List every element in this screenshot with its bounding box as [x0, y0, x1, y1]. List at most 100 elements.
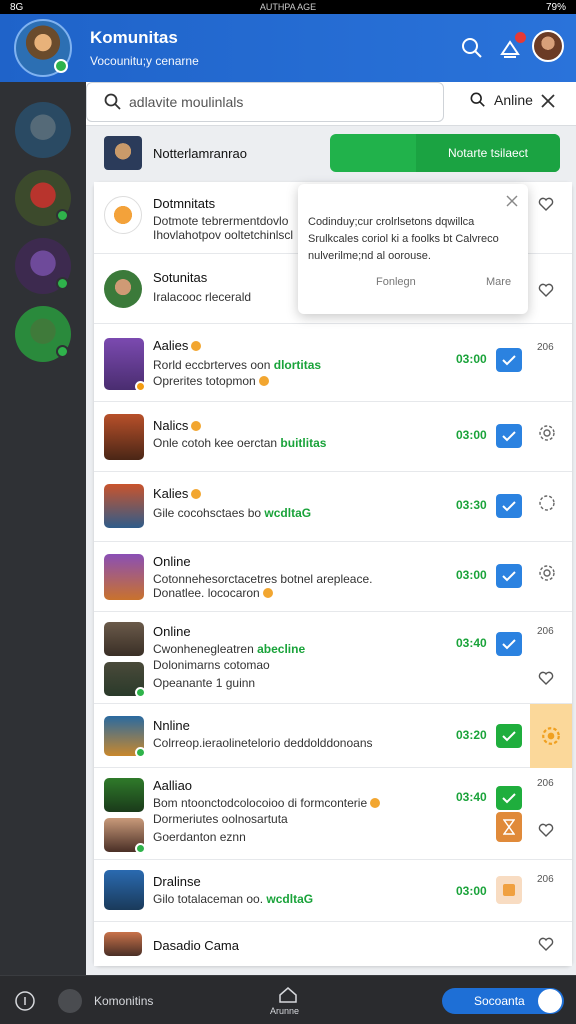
gear-icon[interactable] [538, 494, 556, 517]
hourglass-icon[interactable] [496, 812, 522, 842]
home-label[interactable]: Arunne [270, 1006, 299, 1016]
status-bar: 8G AUTHPA AGE 79% [0, 0, 576, 14]
item-side-count: 206 [537, 342, 554, 353]
list-item[interactable]: Nnline Colrreop.ieraolinetelorio deddold… [94, 704, 572, 768]
item-message: Colrreop.ieraolinetelorio deddolddonoans [153, 736, 373, 750]
online-dot [135, 687, 146, 698]
heart-icon[interactable] [538, 936, 554, 957]
check-button[interactable] [496, 424, 522, 448]
sidebar-community-avatar[interactable] [15, 170, 71, 226]
notifications-icon[interactable] [498, 32, 526, 60]
page-title: Komunitas [90, 28, 178, 47]
item-time: 03:40 [456, 636, 487, 650]
online-dot [54, 59, 68, 73]
online-filter-label: Anline [494, 92, 533, 108]
check-button[interactable] [496, 786, 522, 810]
list-item[interactable]: Aalliao Bom ntoonctodcolocoioo di formco… [94, 768, 572, 860]
item-avatar [104, 196, 142, 234]
item-message: Gilo totalaceman oo. wcdltaG [153, 892, 314, 906]
check-button[interactable] [496, 724, 522, 748]
header-row: Notterlamranrao Notarte tsilaect [94, 134, 572, 174]
item-message: Cwonhenegleatren abecline [153, 642, 306, 656]
info-icon[interactable] [14, 990, 36, 1017]
item-name: Online [153, 554, 191, 569]
item-message: Gile cocohsctaes bo wcdltaG [153, 506, 312, 520]
check-button[interactable] [496, 494, 522, 518]
gear-icon[interactable] [538, 424, 556, 447]
online-dot [56, 209, 69, 222]
status-dot [135, 381, 146, 392]
item-side-count: 206 [537, 874, 554, 885]
heart-icon[interactable] [538, 282, 554, 303]
sidebar-community-avatar[interactable] [15, 238, 71, 294]
search-input[interactable] [86, 82, 444, 122]
item-avatar [104, 870, 144, 910]
list-item[interactable]: Dralinse Gilo totalaceman oo. wcdltaG 03… [94, 860, 572, 922]
check-button[interactable] [496, 348, 522, 372]
list-item[interactable]: Nalics Onle cotoh kee oerctan buitlitas … [94, 402, 572, 472]
item-name: Nalics [153, 418, 202, 433]
emoji-icon [258, 376, 269, 386]
search-bar: Anline [86, 82, 576, 126]
item-message: Donatlee. lococaron [153, 586, 273, 600]
sidebar-community-avatar[interactable] [15, 306, 71, 362]
item-message: Ihovlahotpov ooltetchinlscl [153, 228, 294, 242]
bottom-bar: Komonitins Arunne Socoanta [0, 975, 576, 1024]
notification-badge [515, 32, 526, 43]
list-item[interactable]: Aalies Rorld eccbrterves oon dlortitas O… [94, 324, 572, 402]
item-message: Dotmote tebrermentdovlo [153, 214, 289, 228]
community-label[interactable]: Komonitins [94, 994, 153, 1008]
online-dot [56, 277, 69, 290]
item-avatar [104, 338, 146, 392]
list-item[interactable]: Online Cotonnehesorctacetres botnel arep… [94, 542, 572, 612]
emoji-icon [370, 798, 381, 808]
online-filter[interactable]: Anline [470, 92, 533, 108]
gear-icon[interactable] [530, 704, 572, 768]
check-button[interactable] [496, 564, 522, 588]
sidebar-community-avatar[interactable] [15, 102, 71, 158]
close-icon[interactable] [540, 93, 556, 114]
item-avatar [104, 778, 144, 812]
pending-icon[interactable] [496, 876, 522, 904]
search-icon[interactable] [460, 36, 484, 60]
online-dot [135, 747, 146, 758]
notify-button[interactable]: Notarte tsilaect [330, 134, 560, 172]
list-item[interactable]: Online Cwonhenegleatren abecline Dolonim… [94, 612, 572, 704]
emoji-icon [191, 341, 202, 351]
list-item[interactable]: Dasadio Cama [94, 922, 572, 966]
item-name: Online [153, 624, 191, 639]
list-item[interactable]: Kalies Gile cocohsctaes bo wcdltaG 03:30 [94, 472, 572, 542]
community-icon[interactable] [58, 989, 82, 1013]
item-avatar [104, 622, 144, 656]
item-avatar [104, 484, 144, 528]
item-avatar [104, 662, 146, 698]
toggle-knob [538, 989, 562, 1013]
emoji-icon [191, 421, 202, 431]
status-toggle[interactable]: Socoanta [442, 988, 564, 1014]
heart-icon[interactable] [538, 822, 554, 843]
item-name: Dotmnitats [153, 196, 216, 211]
search-icon [104, 93, 122, 116]
main-panel: Anline Notterlamranrao Notarte tsilaect … [86, 82, 576, 975]
online-dot [56, 345, 69, 358]
emoji-icon [191, 489, 202, 499]
check-button[interactable] [496, 632, 522, 656]
item-name: Nnline [153, 718, 190, 733]
item-avatar [104, 554, 144, 600]
search-icon [470, 92, 485, 107]
heart-icon[interactable] [538, 196, 554, 217]
item-avatar [104, 818, 146, 854]
community-logo[interactable] [14, 19, 72, 77]
heart-icon[interactable] [538, 670, 554, 691]
status-toggle-label: Socoanta [474, 994, 525, 1008]
info-popup: Codinduy;cur crolrlsetons dqwillca Srulk… [298, 184, 528, 314]
popup-left-button[interactable]: Fonlegn [376, 276, 416, 288]
app-header: Komunitas Vocounitu;y cenarne [0, 14, 576, 82]
item-message: Dolonimarns cotomao [153, 658, 270, 672]
item-name: Dralinse [153, 874, 201, 889]
gear-icon[interactable] [538, 564, 556, 587]
user-avatar[interactable] [532, 30, 564, 62]
community-sidebar [0, 82, 86, 975]
close-icon[interactable] [506, 194, 518, 212]
popup-more-button[interactable]: Mare [486, 276, 511, 288]
